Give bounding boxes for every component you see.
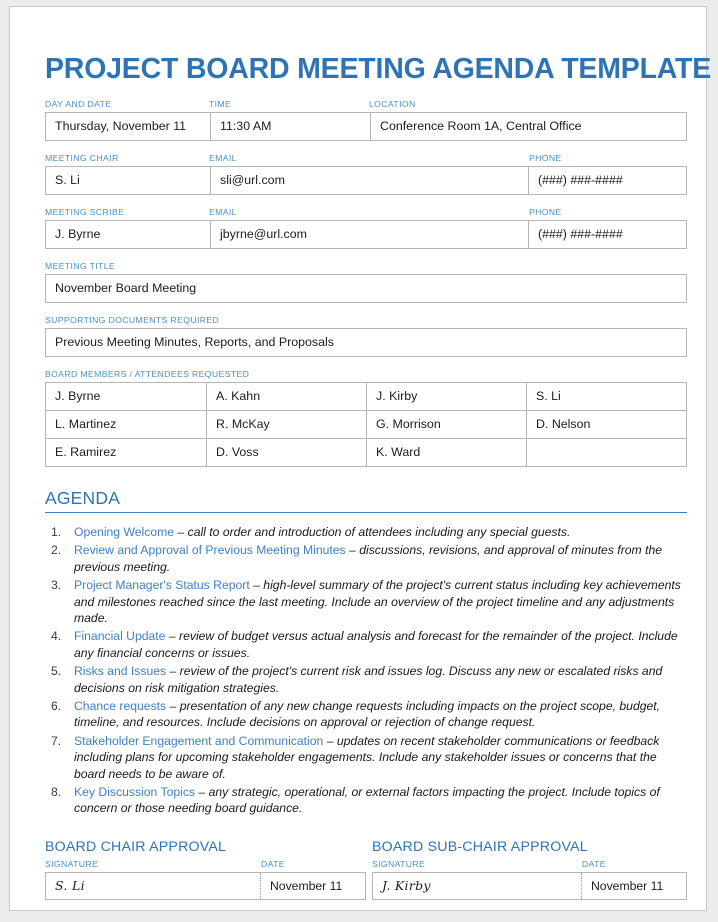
field-meeting-scribe-name[interactable]: J. Byrne [46, 221, 210, 248]
field-chair-date[interactable]: November 11 [260, 872, 365, 899]
label-chair-signature: SIGNATURE [45, 858, 99, 869]
board-chair-approval: BOARD CHAIR APPROVAL SIGNATURE DATE S. L… [45, 839, 366, 900]
list-item: Opening Welcome – call to order and intr… [45, 524, 687, 541]
field-sub-chair-date[interactable]: November 11 [581, 872, 686, 899]
label-meeting-title: MEETING TITLE [45, 260, 116, 271]
field-location[interactable]: Conference Room 1A, Central Office [370, 112, 686, 140]
list-item: Key Discussion Topics – any strategic, o… [45, 784, 687, 817]
meeting-info-row: Thursday, November 11 11:30 AM Conferenc… [45, 111, 687, 141]
label-chair-email: EMAIL [209, 152, 237, 163]
list-item: Stakeholder Engagement and Communication… [45, 733, 687, 782]
field-day-and-date[interactable]: Thursday, November 11 [46, 113, 210, 140]
supporting-documents-row: Previous Meeting Minutes, Reports, and P… [45, 327, 687, 357]
label-day-and-date: DAY AND DATE [45, 98, 112, 109]
agenda-item-title: Review and Approval of Previous Meeting … [74, 543, 346, 558]
agenda-item-title: Stakeholder Engagement and Communication [74, 733, 324, 748]
label-chair-date: DATE [261, 858, 285, 869]
meeting-scribe-row: J. Byrne jbyrne@url.com (###) ###-#### [45, 219, 687, 249]
table-row: E. Ramirez D. Voss K. Ward [46, 437, 686, 466]
field-meeting-chair-email[interactable]: sli@url.com [210, 166, 528, 194]
attendee-cell[interactable]: D. Voss [206, 438, 366, 466]
board-sub-chair-approval-labels: SIGNATURE DATE [372, 859, 687, 872]
agenda-item-description: – call to order and introduction of atte… [174, 524, 571, 539]
label-time: TIME [209, 98, 232, 109]
field-meeting-chair-name[interactable]: S. Li [46, 167, 210, 194]
attendee-cell[interactable]: L. Martinez [46, 411, 206, 438]
attendee-cell[interactable]: R. McKay [206, 410, 366, 438]
attendee-cell[interactable]: S. Li [526, 382, 686, 410]
label-supporting-documents: SUPPORTING DOCUMENTS REQUIRED [45, 314, 220, 325]
table-row: L. Martinez R. McKay G. Morrison D. Nels… [46, 409, 686, 438]
meeting-chair-row: S. Li sli@url.com (###) ###-#### [45, 165, 687, 195]
attendee-cell[interactable]: D. Nelson [526, 410, 686, 438]
field-chair-signature[interactable]: S. Li [46, 873, 260, 899]
document-content: PROJECT BOARD MEETING AGENDA TEMPLATE DA… [45, 53, 712, 900]
meeting-chair-labels: MEETING CHAIR EMAIL PHONE [45, 153, 687, 166]
field-meeting-chair-phone[interactable]: (###) ###-#### [528, 166, 686, 194]
agenda-item-title: Opening Welcome [74, 524, 175, 539]
field-time[interactable]: 11:30 AM [210, 112, 370, 140]
field-sub-chair-signature[interactable]: J. Kirby [373, 873, 581, 899]
attendee-cell[interactable]: K. Ward [366, 438, 526, 466]
attendees-table: J. Byrne A. Kahn J. Kirby S. Li L. Marti… [45, 381, 687, 467]
approvals-section: BOARD CHAIR APPROVAL SIGNATURE DATE S. L… [45, 839, 687, 900]
attendee-cell[interactable]: E. Ramirez [46, 439, 206, 466]
agenda-item-title: Risks and Issues [74, 664, 167, 679]
board-sub-chair-approval: BOARD SUB-CHAIR APPROVAL SIGNATURE DATE … [366, 839, 687, 900]
field-meeting-scribe-phone[interactable]: (###) ###-#### [528, 220, 686, 248]
label-scribe-email: EMAIL [209, 206, 237, 217]
label-scribe-phone: PHONE [529, 206, 562, 217]
board-chair-approval-heading: BOARD CHAIR APPROVAL [45, 838, 227, 855]
field-meeting-scribe-email[interactable]: jbyrne@url.com [210, 220, 528, 248]
attendee-cell[interactable]: J. Byrne [46, 383, 206, 410]
attendee-cell[interactable]: A. Kahn [206, 382, 366, 410]
field-supporting-documents[interactable]: Previous Meeting Minutes, Reports, and P… [46, 329, 686, 356]
label-location: LOCATION [369, 98, 416, 109]
list-item: Review and Approval of Previous Meeting … [45, 542, 687, 575]
list-item: Chance requests – presentation of any ne… [45, 698, 687, 731]
board-sub-chair-approval-heading: BOARD SUB-CHAIR APPROVAL [372, 838, 588, 855]
board-sub-chair-signature-box: J. Kirby November 11 [372, 871, 687, 900]
meeting-scribe-labels: MEETING SCRIBE EMAIL PHONE [45, 207, 687, 220]
meeting-info-labels: DAY AND DATE TIME LOCATION [45, 99, 687, 112]
attendee-cell[interactable]: J. Kirby [366, 382, 526, 410]
label-meeting-chair: MEETING CHAIR [45, 152, 119, 163]
attendee-cell[interactable]: G. Morrison [366, 410, 526, 438]
list-item: Financial Update – review of budget vers… [45, 628, 687, 661]
table-row: J. Byrne A. Kahn J. Kirby S. Li [46, 382, 686, 410]
list-item: Project Manager's Status Report – high-l… [45, 577, 687, 626]
label-sub-chair-signature: SIGNATURE [372, 858, 426, 869]
meeting-title-row: November Board Meeting [45, 273, 687, 303]
label-chair-phone: PHONE [529, 152, 562, 163]
label-meeting-scribe: MEETING SCRIBE [45, 206, 125, 217]
agenda-item-description: – review of budget versus actual analysi… [74, 629, 678, 660]
page-title: PROJECT BOARD MEETING AGENDA TEMPLATE [45, 53, 712, 85]
document-page: PROJECT BOARD MEETING AGENDA TEMPLATE DA… [9, 6, 712, 911]
attendee-cell[interactable] [526, 438, 686, 466]
agenda-item-title: Project Manager's Status Report [74, 578, 250, 593]
agenda-heading: AGENDA [45, 488, 687, 513]
agenda-item-title: Chance requests [74, 698, 167, 713]
board-chair-approval-labels: SIGNATURE DATE [45, 859, 366, 872]
list-item: Risks and Issues – review of the project… [45, 663, 687, 696]
label-attendees: BOARD MEMBERS / ATTENDEES REQUESTED [45, 368, 250, 379]
agenda-list: Opening Welcome – call to order and intr… [45, 524, 687, 817]
agenda-item-title: Key Discussion Topics [74, 785, 196, 800]
label-sub-chair-date: DATE [582, 858, 606, 869]
agenda-item-title: Financial Update [74, 629, 166, 644]
board-chair-signature-box: S. Li November 11 [45, 871, 366, 900]
field-meeting-title[interactable]: November Board Meeting [46, 275, 686, 302]
